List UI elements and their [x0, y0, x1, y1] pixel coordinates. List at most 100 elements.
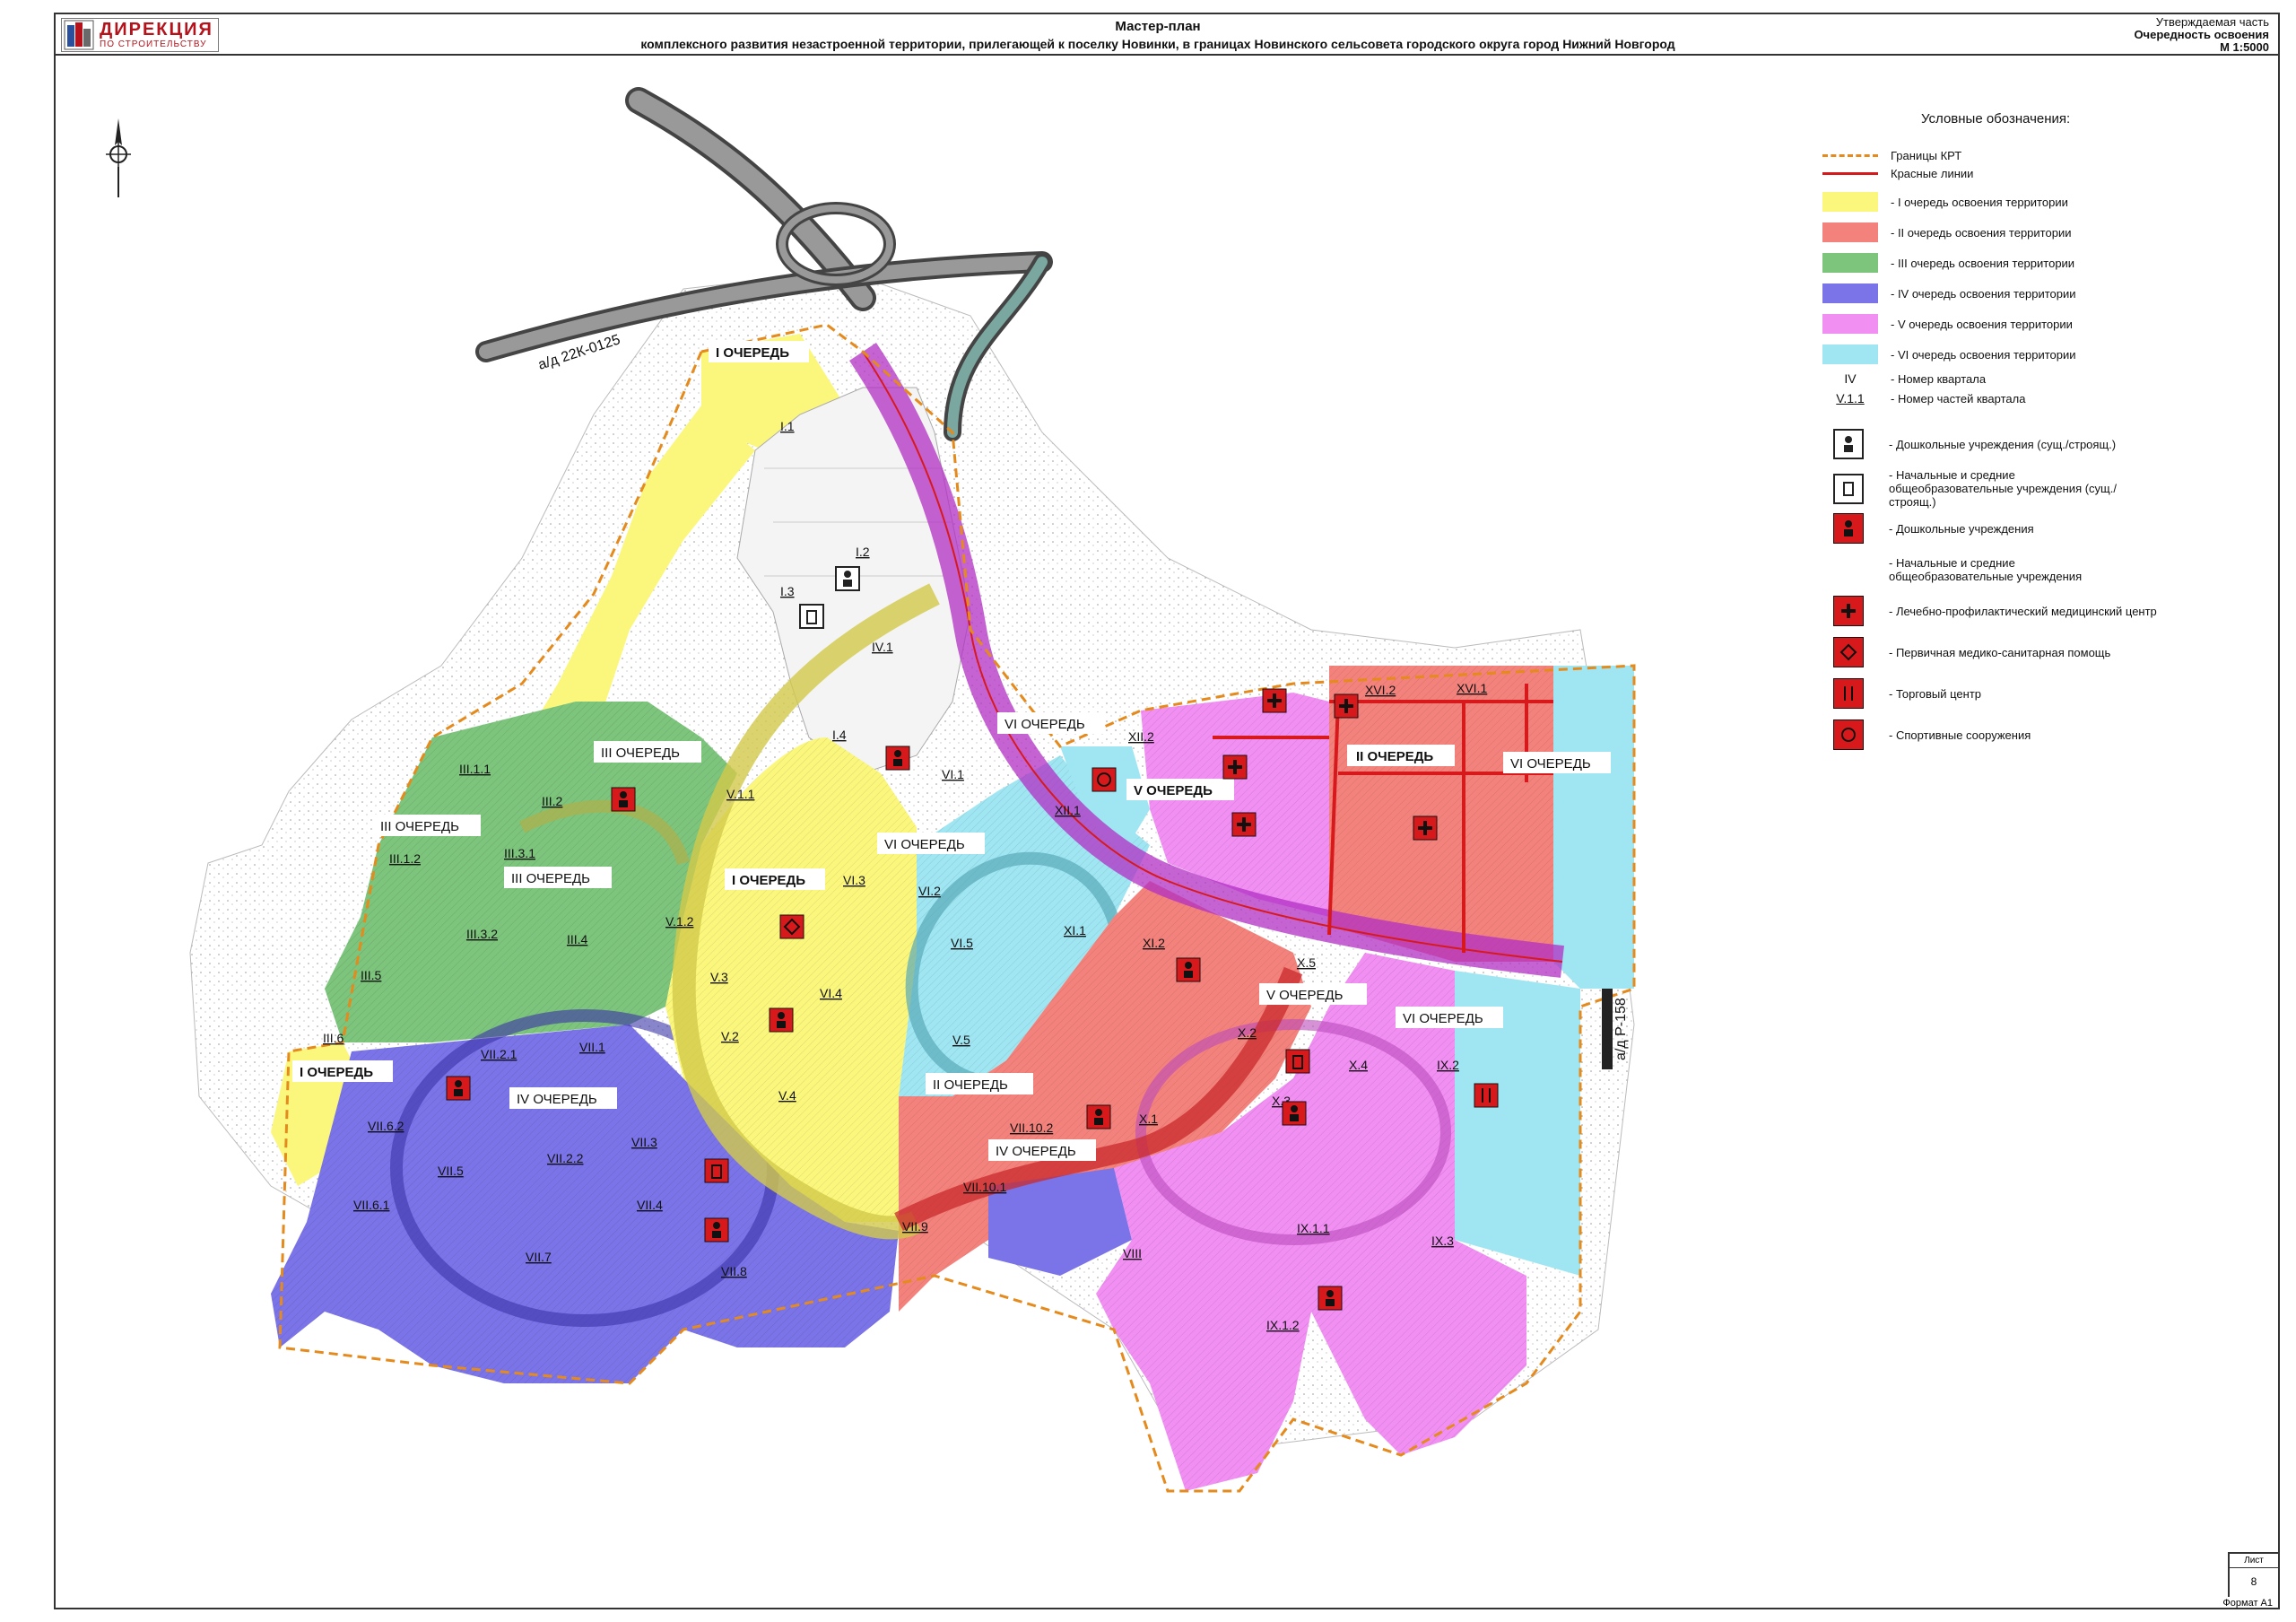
- primary-care-icon: [1833, 637, 1864, 667]
- block-code: VII.2.1: [481, 1047, 517, 1061]
- shopping-icon: [1474, 1083, 1499, 1108]
- block-code: V.4: [778, 1088, 796, 1103]
- kindergarten-icon: [446, 1076, 471, 1101]
- block-code: I.2: [856, 545, 870, 559]
- block-code: XI.2: [1143, 936, 1165, 950]
- road-label-r158: а/д Р-158: [1613, 998, 1629, 1060]
- block-code: VII.8: [721, 1264, 747, 1278]
- format-label: Формат А1: [2222, 1598, 2273, 1609]
- phase-label: III ОЧЕРЕДЬ: [601, 746, 680, 761]
- legend-item-quarter-number: IV - Номер квартала: [1844, 371, 1987, 386]
- logo: ДИРЕКЦИЯ ПО СТРОИТЕЛЬСТВУ: [61, 18, 219, 52]
- block-code: VII.7: [526, 1250, 552, 1264]
- phase-label: III ОЧЕРЕДЬ: [380, 819, 459, 834]
- block-code: III.1.1: [459, 762, 491, 776]
- block-code: XII.2: [1128, 729, 1154, 744]
- block-code: VII.6.1: [353, 1198, 390, 1212]
- kindergarten-icon: [611, 787, 636, 812]
- legend-item-kindergarten: - Дошкольные учреждения: [1822, 513, 2034, 544]
- school-icon: [1285, 1049, 1310, 1074]
- block-code: XI.1: [1064, 923, 1086, 937]
- block-code: XVI.2: [1365, 683, 1396, 697]
- block-code: I.3: [780, 584, 795, 598]
- phase-label: I ОЧЕРЕДЬ: [732, 873, 805, 888]
- medical-cross-icon: [1833, 596, 1864, 626]
- block-code: III.2: [542, 794, 563, 808]
- phase-label: I ОЧЕРЕДЬ: [300, 1065, 373, 1080]
- phase-label: V ОЧЕРЕДЬ: [1134, 783, 1213, 798]
- block-code: VII.10.2: [1010, 1121, 1053, 1135]
- block-code: XII.1: [1055, 803, 1081, 817]
- block-code: VII.4: [637, 1198, 663, 1212]
- kindergarten-icon: [1833, 513, 1864, 544]
- block-code: IX.1.2: [1266, 1318, 1300, 1332]
- block-code: III.4: [567, 932, 588, 946]
- legend-item-red-lines: Красные линии: [1822, 167, 1973, 180]
- medical-cross-icon: [1231, 812, 1257, 837]
- drawing-sheet: ДИРЕКЦИЯ ПО СТРОИТЕЛЬСТВУ Мастер-план ко…: [54, 13, 2280, 1609]
- kindergarten-icon: [1282, 1101, 1307, 1126]
- block-code: VI.4: [820, 986, 842, 1000]
- kindergarten-icon: [1318, 1286, 1343, 1311]
- block-code: X.4: [1349, 1058, 1368, 1072]
- legend-swatch: [1822, 314, 1878, 334]
- medical-cross-icon: [1413, 815, 1438, 841]
- school-icon: [704, 1158, 729, 1183]
- school-icon: [1833, 473, 1864, 504]
- block-code: V.3: [710, 970, 728, 984]
- legend-item-school-existing: - Начальные и средние общеобразовательны…: [1822, 468, 2122, 509]
- block-code: I.1: [780, 419, 795, 433]
- block-code: X.5: [1297, 955, 1316, 970]
- phase-label: VI ОЧЕРЕДЬ: [1004, 717, 1085, 732]
- sheet-topic-label: Очередность освоения: [2134, 28, 2269, 41]
- legend-item-phase-5: - V очередь освоения территории: [1822, 314, 2073, 334]
- scale-label: М 1:5000: [2220, 40, 2269, 54]
- legend-swatch: [1822, 253, 1878, 273]
- logo-line-2: ПО СТРОИТЕЛЬСТВУ: [100, 39, 207, 49]
- sports-icon: [1833, 719, 1864, 750]
- block-code: III.3.2: [466, 927, 498, 941]
- block-code: VI.5: [951, 936, 973, 950]
- medical-cross-icon: [1262, 688, 1287, 713]
- block-code: VI.3: [843, 873, 865, 887]
- north-arrow-icon: [106, 118, 131, 197]
- kindergarten-icon: [769, 1007, 794, 1033]
- page-title: Мастер-план: [1115, 19, 1201, 34]
- approved-part-label: Утверждаемая часть: [2155, 15, 2269, 29]
- kindergarten-icon: [885, 746, 910, 771]
- block-code: VII.2.2: [547, 1151, 584, 1165]
- legend-item-phase-6: - VI очередь освоения территории: [1822, 344, 2076, 364]
- phase-label: V ОЧЕРЕДЬ: [1266, 988, 1344, 1003]
- zone-phase-6-east: [1553, 666, 1634, 989]
- primary-care-icon: [779, 914, 804, 939]
- legend-item-krt-boundary: Границы КРТ: [1822, 149, 1961, 162]
- block-code: IX.2: [1437, 1058, 1459, 1072]
- phase-label: VI ОЧЕРЕДЬ: [884, 837, 965, 852]
- block-code: V.5: [952, 1033, 970, 1047]
- phase-label: II ОЧЕРЕДЬ: [1356, 749, 1433, 764]
- legend-item-phase-4: - IV очередь освоения территории: [1822, 283, 2076, 303]
- legend-swatch: [1822, 283, 1878, 303]
- block-code: IV.1: [872, 640, 893, 654]
- block-code: X.2: [1238, 1025, 1257, 1040]
- legend-heading: Условные обозначения:: [1921, 111, 2071, 126]
- kindergarten-icon: [1833, 429, 1864, 459]
- medical-cross-icon: [1334, 693, 1359, 719]
- phase-label: VI ОЧЕРЕДЬ: [1510, 756, 1591, 772]
- legend-swatch: [1822, 222, 1878, 242]
- kindergarten-icon: [704, 1217, 729, 1243]
- phase-label: IV ОЧЕРЕДЬ: [517, 1092, 597, 1107]
- sheet-stamp: Лист 8: [2228, 1552, 2278, 1597]
- block-code: III.1.2: [389, 851, 421, 866]
- school-icon: [1833, 554, 1864, 585]
- medical-cross-icon: [1222, 754, 1248, 780]
- legend-item-kindergarten-existing: - Дошкольные учреждения (сущ./строящ.): [1822, 429, 2116, 459]
- block-code: I.4: [832, 728, 847, 742]
- phase-label: VI ОЧЕРЕДЬ: [1403, 1011, 1483, 1026]
- legend-item-phase-3: - III очередь освоения территории: [1822, 253, 2074, 273]
- block-code: V.1.2: [665, 914, 694, 929]
- phase-label: II ОЧЕРЕДЬ: [933, 1077, 1008, 1093]
- block-code: XVI.1: [1457, 681, 1487, 695]
- block-code: VII.9: [902, 1219, 928, 1234]
- phase-label: IV ОЧЕРЕДЬ: [996, 1144, 1076, 1159]
